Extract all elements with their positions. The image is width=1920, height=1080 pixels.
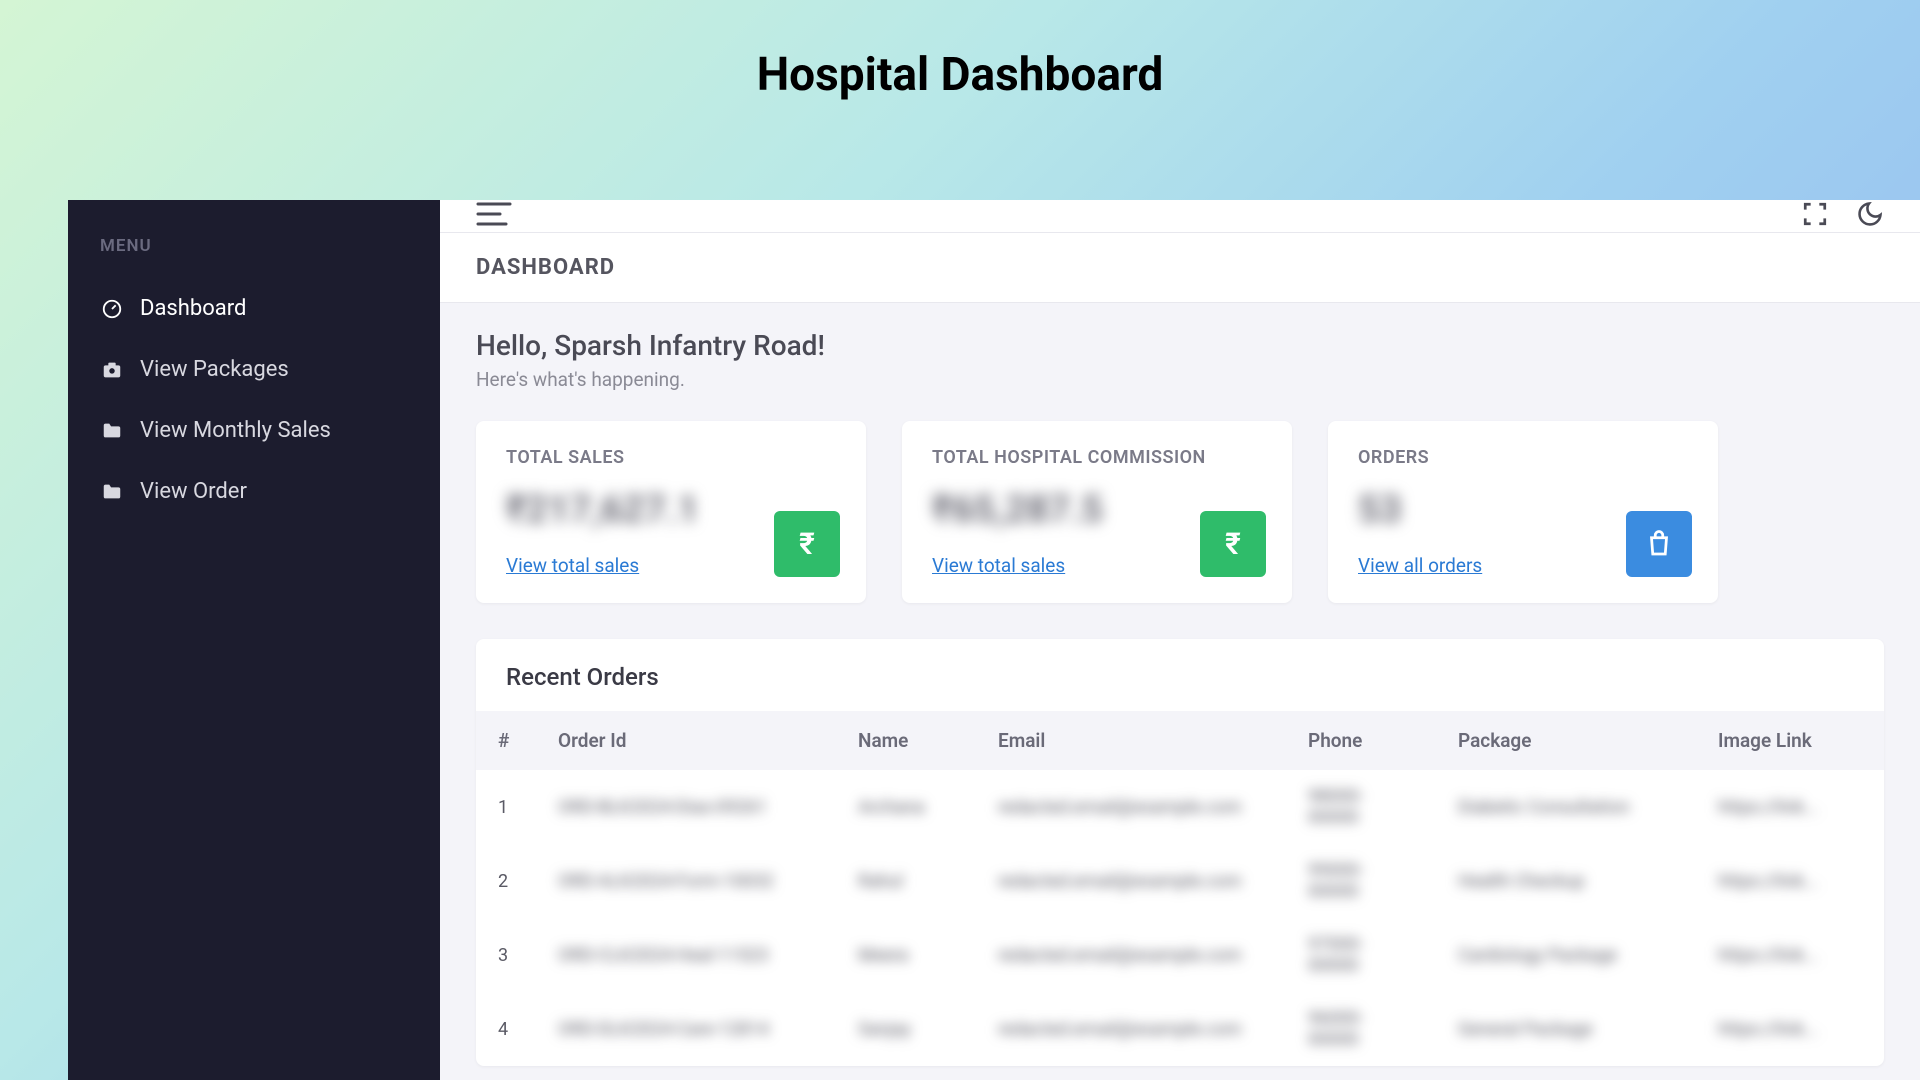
gauge-icon [100, 297, 124, 321]
sidebar-item-label: View Packages [140, 357, 289, 382]
stats-row: TOTAL SALES ₹217,627.1 View total sales … [476, 421, 1884, 603]
cell-package: Health Checkup [1436, 844, 1696, 918]
total-sales-card: TOTAL SALES ₹217,627.1 View total sales … [476, 421, 866, 603]
col-phone: Phone [1286, 711, 1436, 770]
cell-order-id: ORD-CLK2024-Heal-11523 [536, 918, 836, 992]
sidebar-item-packages[interactable]: View Packages [68, 339, 440, 400]
sidebar-item-monthly-sales[interactable]: View Monthly Sales [68, 400, 440, 461]
orders-table: # Order Id Name Email Phone Package Imag… [476, 711, 1884, 1066]
cell-phone: 97000-00000 [1286, 918, 1436, 992]
col-email: Email [976, 711, 1286, 770]
sidebar-item-label: View Order [140, 479, 247, 504]
table-row[interactable]: 1ORD-BLK2024-Dias-09261Archanaredacted.e… [476, 770, 1884, 844]
cell-email: redacted.email@example.com [976, 918, 1286, 992]
col-name: Name [836, 711, 976, 770]
cell-package: Cardiology Package [1436, 918, 1696, 992]
cell-link: https://link... [1696, 844, 1884, 918]
fullscreen-icon[interactable] [1802, 201, 1828, 231]
cell-phone: 96000-00000 [1286, 992, 1436, 1066]
app-window: MENU Dashboard View Packages View Monthl… [68, 200, 1920, 1080]
col-num: # [476, 711, 536, 770]
breadcrumb-bar: DASHBOARD [440, 233, 1920, 303]
cell-name: Meera [836, 918, 976, 992]
cell-email: redacted.email@example.com [976, 770, 1286, 844]
view-total-sales-link[interactable]: View total sales [932, 554, 1065, 577]
cell-order-id: ORD-DLK2024-Care-12814 [536, 992, 836, 1066]
cell-link: https://link... [1696, 992, 1884, 1066]
menu-heading: MENU [68, 236, 440, 278]
topbar [440, 200, 1920, 233]
orders-card: ORDERS 53 View all orders [1328, 421, 1718, 603]
greeting: Hello, Sparsh Infantry Road! [476, 329, 1884, 362]
camera-icon [100, 358, 124, 382]
cell-name: Archana [836, 770, 976, 844]
page-title: Hospital Dashboard [0, 0, 1920, 162]
stat-label: TOTAL HOSPITAL COMMISSION [932, 447, 1262, 468]
sidebar: MENU Dashboard View Packages View Monthl… [68, 200, 440, 1080]
cell-email: redacted.email@example.com [976, 844, 1286, 918]
col-image-link: Image Link [1696, 711, 1884, 770]
folder-icon [100, 480, 124, 504]
dark-mode-icon[interactable] [1856, 200, 1884, 232]
cell-package: Diabetic Consultation [1436, 770, 1696, 844]
cell-phone: 99000-00000 [1286, 844, 1436, 918]
sidebar-item-dashboard[interactable]: Dashboard [68, 278, 440, 339]
cell-phone: 98000-00000 [1286, 770, 1436, 844]
cell-num: 3 [476, 918, 536, 992]
rupee-icon: ₹ [774, 511, 840, 577]
cell-num: 4 [476, 992, 536, 1066]
main-content: DASHBOARD Hello, Sparsh Infantry Road! H… [440, 200, 1920, 1080]
recent-orders-panel: Recent Orders # Order Id Name Email Phon… [476, 639, 1884, 1066]
content-area: Hello, Sparsh Infantry Road! Here's what… [440, 303, 1920, 1080]
cell-num: 2 [476, 844, 536, 918]
bag-icon [1626, 511, 1692, 577]
folder-icon [100, 419, 124, 443]
sidebar-item-view-order[interactable]: View Order [68, 461, 440, 522]
view-all-orders-link[interactable]: View all orders [1358, 554, 1482, 577]
menu-toggle-icon[interactable] [476, 213, 512, 232]
cell-link: https://link... [1696, 770, 1884, 844]
view-total-sales-link[interactable]: View total sales [506, 554, 639, 577]
commission-card: TOTAL HOSPITAL COMMISSION ₹65,287.5 View… [902, 421, 1292, 603]
cell-num: 1 [476, 770, 536, 844]
cell-name: Sanjay [836, 992, 976, 1066]
stat-label: ORDERS [1358, 447, 1688, 468]
recent-orders-title: Recent Orders [476, 639, 1884, 711]
breadcrumb: DASHBOARD [476, 255, 1884, 280]
sidebar-item-label: Dashboard [140, 296, 246, 321]
table-row[interactable]: 4ORD-DLK2024-Care-12814Sanjayredacted.em… [476, 992, 1884, 1066]
table-header-row: # Order Id Name Email Phone Package Imag… [476, 711, 1884, 770]
subgreeting: Here's what's happening. [476, 368, 1884, 391]
cell-email: redacted.email@example.com [976, 992, 1286, 1066]
sidebar-item-label: View Monthly Sales [140, 418, 331, 443]
col-order-id: Order Id [536, 711, 836, 770]
table-row[interactable]: 2ORD-ALK2024-Form-10032Rahulredacted.ema… [476, 844, 1884, 918]
stat-label: TOTAL SALES [506, 447, 836, 468]
rupee-icon: ₹ [1200, 511, 1266, 577]
cell-link: https://link... [1696, 918, 1884, 992]
cell-order-id: ORD-ALK2024-Form-10032 [536, 844, 836, 918]
col-package: Package [1436, 711, 1696, 770]
table-row[interactable]: 3ORD-CLK2024-Heal-11523Meeraredacted.ema… [476, 918, 1884, 992]
cell-package: General Package [1436, 992, 1696, 1066]
cell-order-id: ORD-BLK2024-Dias-09261 [536, 770, 836, 844]
cell-name: Rahul [836, 844, 976, 918]
